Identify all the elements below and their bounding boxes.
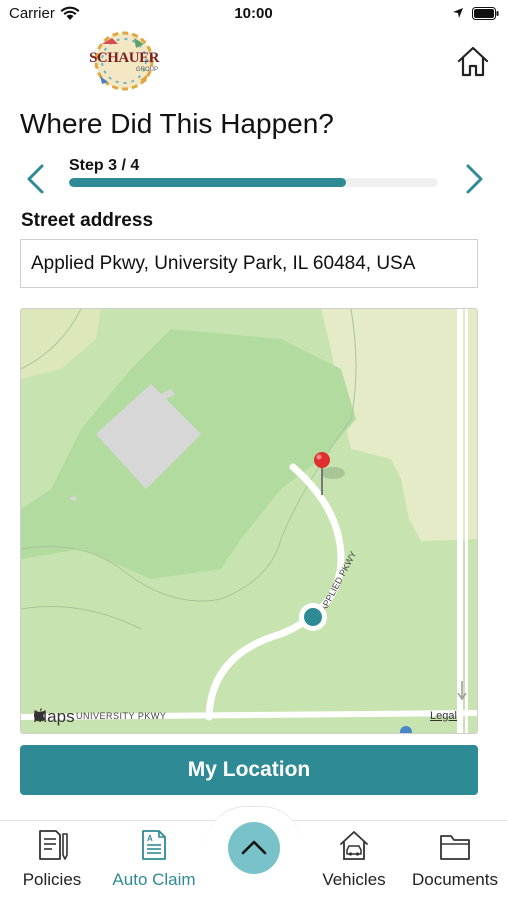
tab-vehicles[interactable]: Vehicles	[314, 826, 394, 896]
svg-text:A: A	[147, 834, 153, 843]
chevron-right-icon	[466, 164, 483, 194]
logo-subtext: GROUP	[136, 67, 159, 73]
tab-policies[interactable]: Policies	[14, 826, 90, 896]
step-label: Step 3 / 4	[69, 157, 140, 174]
previous-step-button[interactable]	[22, 162, 50, 196]
my-location-button[interactable]: My Location	[20, 745, 478, 795]
logo-text: SCHAUER	[89, 50, 159, 66]
tab-documents-label: Documents	[412, 870, 498, 889]
map-view[interactable]: APPLIED PKWY UNIVERSITY PKWY Maps Legal	[20, 308, 478, 734]
step-progress-fill	[69, 178, 346, 187]
location-arrow-icon	[453, 8, 463, 18]
status-bar: Carrier 10:00	[0, 0, 507, 28]
university-pkwy-road-label: UNIVERSITY PKWY	[76, 711, 167, 721]
home-icon	[457, 46, 489, 77]
page-title: Where Did This Happen?	[20, 108, 334, 139]
step-progress-bar	[69, 178, 438, 187]
current-location-dot	[304, 608, 322, 626]
apple-icon	[33, 708, 45, 722]
auto-claim-icon: A	[142, 830, 166, 860]
expand-menu-button[interactable]	[228, 822, 280, 874]
tab-auto-claim-label: Auto Claim	[112, 870, 196, 889]
location-pin-icon	[314, 452, 330, 468]
tab-vehicles-label: Vehicles	[322, 870, 386, 889]
vehicles-icon	[340, 831, 368, 860]
apple-maps-logo: Maps	[33, 707, 75, 727]
tab-documents[interactable]: Documents	[405, 826, 505, 896]
map-canvas: APPLIED PKWY	[21, 309, 477, 733]
street-address-label: Street address	[21, 210, 154, 231]
status-time: 10:00	[234, 5, 273, 22]
chevron-left-icon	[27, 164, 44, 194]
documents-icon	[440, 835, 470, 860]
tab-policies-label: Policies	[22, 870, 82, 889]
chevron-up-icon	[241, 840, 267, 855]
street-address-input[interactable]	[20, 239, 478, 288]
next-step-button[interactable]	[460, 162, 488, 196]
schauer-logo: SCHAUER GROUP	[88, 30, 160, 92]
map-legal-link[interactable]: Legal	[430, 710, 457, 722]
policies-icon	[39, 830, 68, 860]
tab-auto-claim[interactable]: A Auto Claim	[107, 826, 201, 896]
battery-icon	[472, 7, 499, 20]
home-button[interactable]	[455, 44, 491, 80]
